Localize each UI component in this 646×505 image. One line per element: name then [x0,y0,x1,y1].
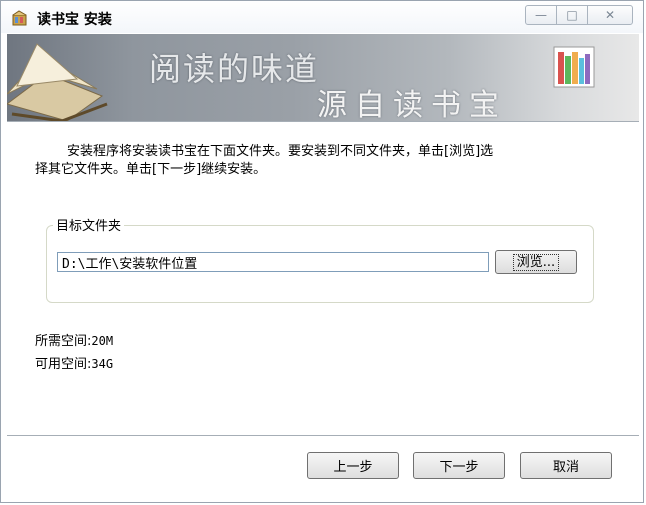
intro-text: 安装程序将安装读书宝在下面文件夹。要安装到不同文件夹，单击[浏览]选 择其它文件… [35,143,595,179]
destination-path-input[interactable] [57,252,489,272]
space-available-value: 34G [91,357,114,371]
maximize-icon: □ [566,8,578,22]
close-button[interactable]: ✕ [587,5,633,25]
next-button[interactable]: 下一步 [413,452,505,479]
close-icon: ✕ [604,8,616,22]
intro-line-2: 择其它文件夹。单击[下一步]继续安装。 [35,162,267,177]
intro-line-1: 安装程序将安装读书宝在下面文件夹。要安装到不同文件夹，单击[浏览]选 [67,144,494,159]
books-logo-icon [553,46,595,88]
installer-app-icon [12,10,27,26]
browse-button-label: 浏览... [512,253,560,271]
minimize-icon: — [535,8,547,22]
space-available: 可用空间:34G [35,353,113,372]
minimize-button[interactable]: — [525,5,557,25]
destination-folder-legend: 目标文件夹 [53,215,125,234]
window-controls: — □ ✕ [525,5,633,25]
banner-subtitle: 源自读书宝 [317,88,507,121]
cancel-button[interactable]: 取消 [520,452,612,479]
footer-divider-highlight [7,436,639,437]
space-required-label: 所需空间: [35,334,92,349]
maximize-button[interactable]: □ [556,5,588,25]
browse-button[interactable]: 浏览... [495,250,577,274]
open-book-image [7,43,108,121]
space-required-value: 20M [91,334,114,348]
header-banner: 阅读的味道 源自读书宝 [7,34,639,121]
installer-window: 读书宝 安装 — □ ✕ 阅读的味道 源自读书宝 安装程序将安装读书宝在下面文件… [0,0,644,503]
space-required: 所需空间:20M [35,330,113,349]
banner-title: 阅读的味道 [149,50,320,88]
window-title: 读书宝 安装 [37,12,112,28]
title-bar[interactable]: 读书宝 安装 — □ ✕ [1,1,643,33]
space-available-label: 可用空间: [35,357,92,372]
previous-button[interactable]: 上一步 [307,452,399,479]
banner-divider [7,121,639,122]
